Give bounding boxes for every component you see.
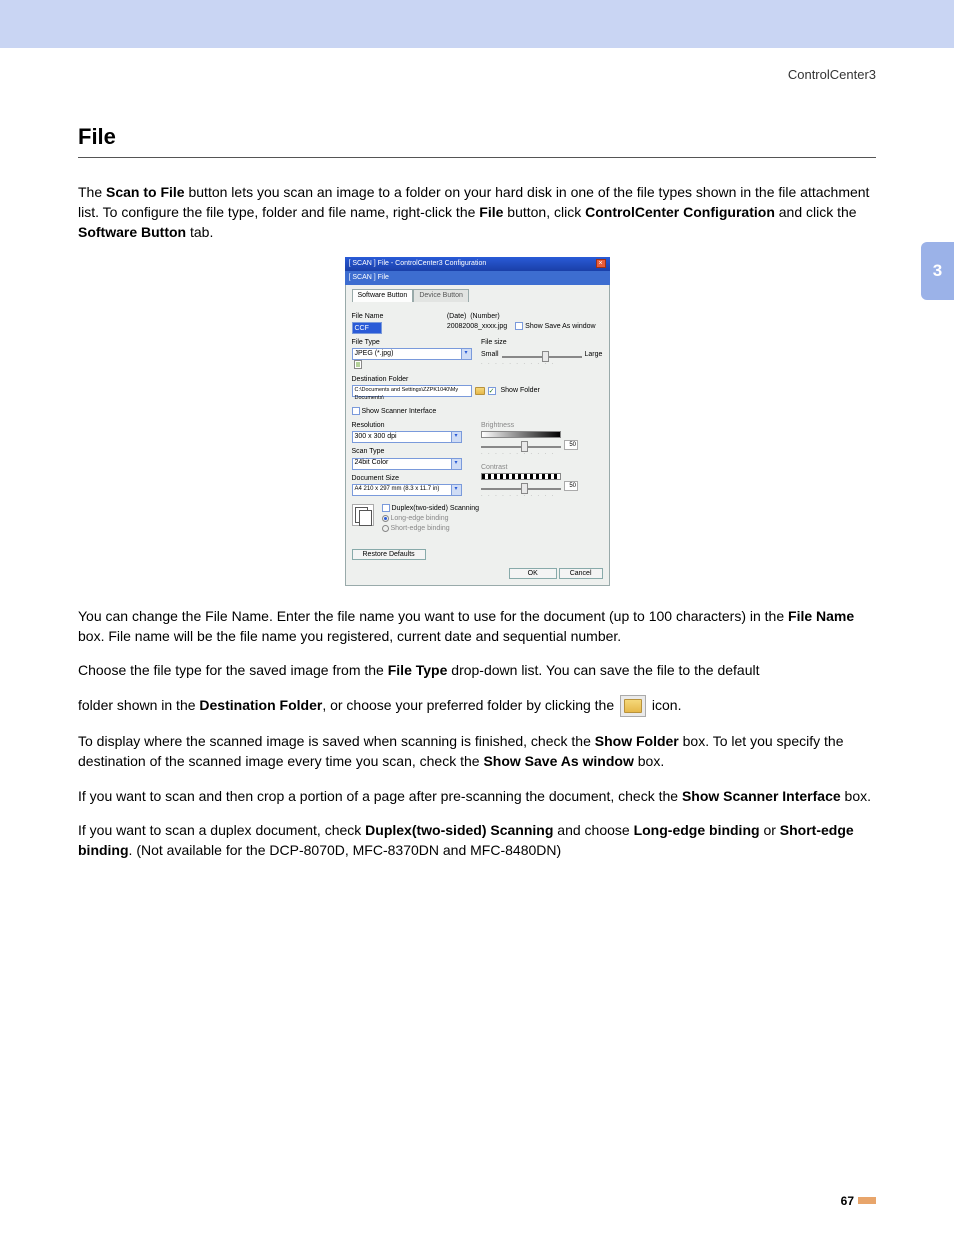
show-folder-checkbox[interactable]: ✓ — [488, 387, 496, 395]
page-top-bar — [0, 0, 954, 48]
ok-button[interactable]: OK — [509, 568, 557, 579]
scan-type-select[interactable]: 24bit Color▾ — [352, 458, 462, 470]
folder-icon — [620, 695, 646, 717]
contrast-label: Contrast — [481, 463, 603, 473]
chevron-down-icon: ▾ — [451, 432, 461, 442]
showfolder-paragraph: To display where the scanned image is sa… — [78, 731, 876, 772]
page-number-accent — [858, 1197, 876, 1204]
chevron-down-icon: ▾ — [451, 485, 461, 495]
image-preview-icon[interactable] — [354, 360, 362, 369]
short-edge-radio[interactable] — [382, 525, 389, 532]
dialog-titlebar: [ SCAN ] File - ControlCenter3 Configura… — [345, 257, 610, 271]
file-type-label: File Type — [352, 338, 474, 348]
page-number: 67 — [841, 1193, 876, 1210]
config-dialog: [ SCAN ] File - ControlCenter3 Configura… — [345, 257, 610, 586]
brightness-slider[interactable] — [481, 442, 561, 451]
close-icon[interactable]: × — [596, 259, 606, 268]
file-type-select[interactable]: JPEG (*.jpg)▾ — [352, 348, 472, 360]
doc-size-label: Document Size — [352, 474, 474, 484]
dialog-title: [ SCAN ] File - ControlCenter3 Configura… — [349, 259, 487, 269]
doc-size-select[interactable]: A4 210 x 297 mm (8.3 x 11.7 in)▾ — [352, 484, 462, 496]
folder-browse-icon[interactable] — [475, 387, 485, 395]
contrast-value[interactable]: 50 — [564, 481, 578, 491]
show-scanner-interface-checkbox[interactable] — [352, 407, 360, 415]
tab-device-button[interactable]: Device Button — [413, 289, 469, 302]
chapter-tab: 3 — [921, 242, 954, 300]
destfolder-paragraph: folder shown in the Destination Folder, … — [78, 695, 876, 717]
file-size-label: File size — [481, 338, 603, 348]
brightness-gradient — [481, 431, 561, 438]
tab-software-button[interactable]: Software Button — [352, 289, 414, 302]
file-size-slider[interactable] — [502, 352, 582, 361]
section-heading: File — [78, 121, 876, 158]
date-sample: 20082008_xxxx.jpg — [447, 323, 507, 330]
chevron-down-icon: ▾ — [451, 459, 461, 469]
contrast-bar — [481, 473, 561, 480]
resolution-select[interactable]: 300 x 300 dpi▾ — [352, 431, 462, 443]
running-header: ControlCenter3 — [0, 48, 954, 85]
cancel-button[interactable]: Cancel — [559, 568, 603, 579]
intro-paragraph: The Scan to File button lets you scan an… — [78, 182, 876, 243]
show-save-as-checkbox[interactable] — [515, 322, 523, 330]
contrast-slider[interactable] — [481, 484, 561, 493]
brightness-value[interactable]: 50 — [564, 440, 578, 450]
scan-type-label: Scan Type — [352, 447, 474, 457]
file-name-label: File Name — [352, 312, 439, 322]
duplex-paragraph: If you want to scan a duplex document, c… — [78, 820, 876, 861]
resolution-label: Resolution — [352, 421, 474, 431]
duplex-scan-checkbox[interactable] — [382, 504, 390, 512]
duplex-icon — [352, 504, 374, 526]
restore-defaults-button[interactable]: Restore Defaults — [352, 549, 426, 560]
scanner-interface-paragraph: If you want to scan and then crop a port… — [78, 786, 876, 806]
long-edge-radio[interactable] — [382, 515, 389, 522]
dest-folder-input[interactable]: C:\Documents and Settings\ZZPK1040\My Do… — [352, 385, 472, 397]
file-name-input[interactable]: CCF — [352, 322, 382, 334]
filetype-paragraph: Choose the file type for the saved image… — [78, 660, 876, 680]
dest-folder-label: Destination Folder — [352, 375, 603, 385]
dialog-tabs: Software ButtonDevice Button — [352, 289, 603, 302]
filename-paragraph: You can change the File Name. Enter the … — [78, 606, 876, 647]
brightness-label: Brightness — [481, 421, 603, 431]
dialog-subtitle: [ SCAN ] File — [345, 271, 610, 285]
chevron-down-icon: ▾ — [461, 349, 471, 359]
